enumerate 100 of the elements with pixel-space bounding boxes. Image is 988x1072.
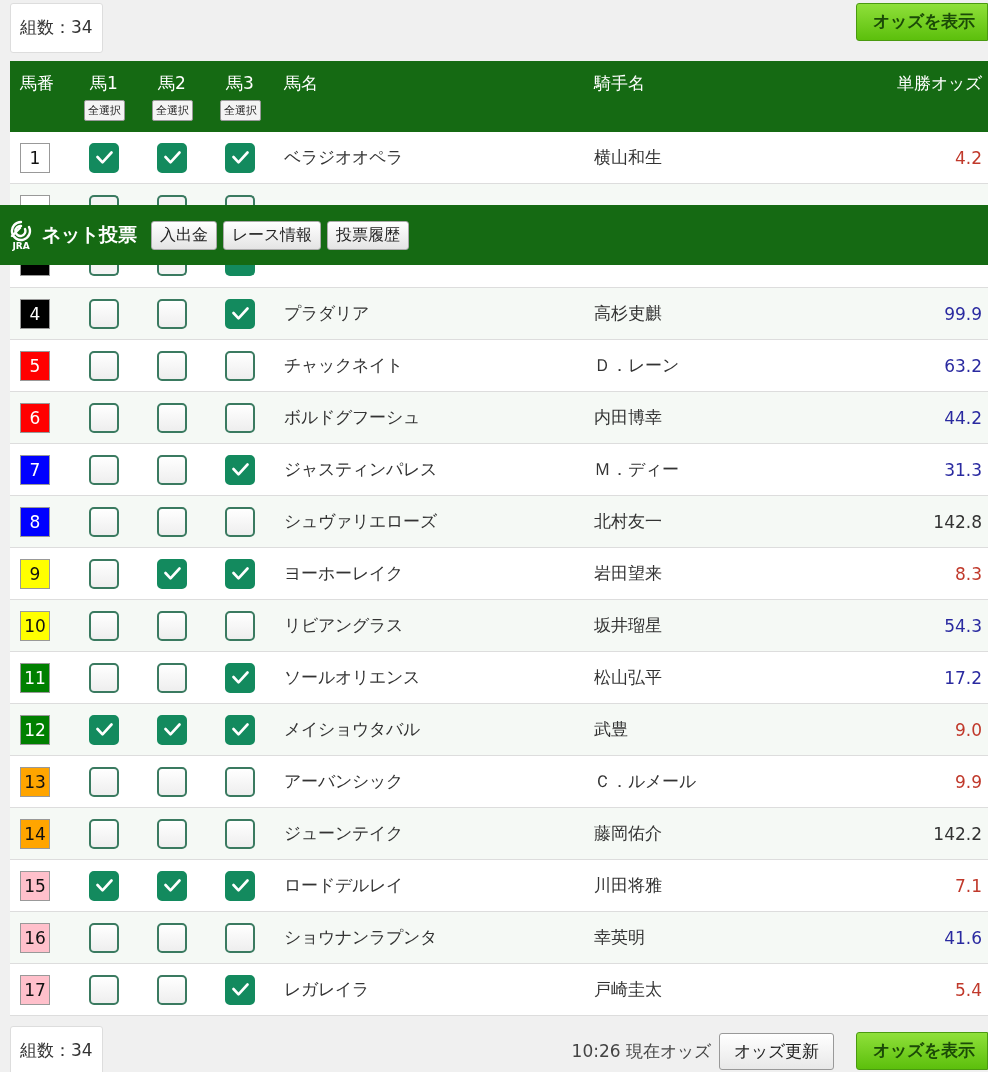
jockey-name: 内田博幸 [593,406,663,429]
nav-button[interactable]: 入出金 [151,220,217,250]
checkbox[interactable] [157,662,187,693]
horse-number: 8 [20,506,50,537]
horse-name: チャックネイト [283,354,404,377]
select-all-button[interactable]: 全選択 [83,100,125,121]
check-icon [163,567,181,580]
checkbox[interactable] [89,558,119,589]
checkbox[interactable] [157,454,187,485]
checkbox[interactable] [225,818,255,849]
checkbox[interactable] [89,142,119,173]
checkbox[interactable] [89,766,119,797]
nav-button[interactable]: レース情報 [223,220,321,250]
checkbox[interactable] [225,714,255,745]
column-header: 馬3 [226,72,254,95]
win-odds: 54.3 [944,615,983,636]
checkbox[interactable] [225,974,255,1005]
jockey-name: 横山和生 [593,146,663,169]
horse-number: 12 [20,714,50,745]
checkbox[interactable] [89,350,119,381]
refresh-odds-button[interactable]: オッズ更新 [719,1032,834,1070]
checkbox[interactable] [225,766,255,797]
check-icon [231,983,249,996]
horse-name: ボルドグフーシュ [283,406,421,429]
checkbox[interactable] [157,766,187,797]
checkbox[interactable] [157,610,187,641]
checkbox[interactable] [89,265,119,276]
select-all-button[interactable]: 全選択 [219,100,261,121]
checkbox[interactable] [225,662,255,693]
win-odds: 9.0 [954,719,983,740]
checkbox[interactable] [157,870,187,901]
checkbox[interactable] [225,870,255,901]
checkbox[interactable] [157,558,187,589]
checkbox[interactable] [225,298,255,329]
checkbox[interactable] [157,350,187,381]
checkbox[interactable] [225,558,255,589]
checkbox[interactable] [225,142,255,173]
horse-name: メイショウタバル [283,718,421,741]
horse-number: 6 [20,402,50,433]
checkbox[interactable] [157,402,187,433]
horse-name: プラダリア [283,302,370,325]
horse-name: ショウナンラプンタ [283,926,438,949]
horse-name: ジューンテイク [283,822,404,845]
checkbox[interactable] [157,142,187,173]
checkbox[interactable] [225,265,255,276]
checkbox[interactable] [157,265,187,276]
checkbox[interactable] [225,350,255,381]
jockey-name: Ｍ．ディー [593,458,680,481]
checkbox[interactable] [89,974,119,1005]
checkbox[interactable] [157,506,187,537]
checkbox[interactable] [89,870,119,901]
logo-icon [8,219,34,242]
show-odds-button[interactable]: オッズを表示 [856,1032,988,1070]
horse-number: 14 [20,818,50,849]
checkbox[interactable] [89,818,119,849]
win-odds: 4.2 [954,147,983,168]
checkbox[interactable] [89,298,119,329]
horse-name: レガレイラ [283,978,370,1001]
checkbox[interactable] [157,922,187,953]
checkbox[interactable] [157,974,187,1005]
show-odds-button[interactable]: オッズを表示 [856,3,988,41]
checkbox[interactable] [225,195,255,205]
checkbox[interactable] [157,714,187,745]
check-icon [231,307,249,320]
checkbox[interactable] [225,922,255,953]
checkbox[interactable] [225,506,255,537]
checkbox[interactable] [89,402,119,433]
horse-name: リビアングラス [283,614,404,637]
checkbox[interactable] [89,662,119,693]
checkbox[interactable] [89,922,119,953]
select-all-button[interactable]: 全選択 [151,100,193,121]
checkbox[interactable] [157,818,187,849]
horse-name: ベラジオオペラ [283,146,404,169]
horse-name: ヨーホーレイク [283,562,404,585]
horse-number: 7 [20,454,50,485]
jockey-name: 坂井瑠星 [593,614,663,637]
jockey-name: 戸崎圭太 [593,978,663,1001]
checkbox[interactable] [89,714,119,745]
checkbox[interactable] [225,402,255,433]
check-icon [163,723,181,736]
checkbox[interactable] [225,610,255,641]
win-odds: 41.6 [944,927,983,948]
horse-number: 4 [20,298,50,329]
jockey-name: 川田将雅 [593,874,663,897]
checkbox[interactable] [225,454,255,485]
win-odds: 99.9 [944,303,983,324]
jockey-name: Ｃ．ルメール [593,770,697,793]
jockey-name: 幸英明 [593,926,646,949]
check-icon [163,151,181,164]
checkbox[interactable] [89,506,119,537]
nav-button[interactable]: 投票履歴 [327,220,409,250]
checkbox[interactable] [89,610,119,641]
horse-number: 10 [20,610,50,641]
jockey-name: 岩田望来 [593,562,663,585]
horse-number: 11 [20,662,50,693]
checkbox[interactable] [157,298,187,329]
checkbox[interactable] [89,454,119,485]
win-odds: 9.9 [954,771,983,792]
column-header: 馬2 [158,72,186,95]
check-icon [231,567,249,580]
